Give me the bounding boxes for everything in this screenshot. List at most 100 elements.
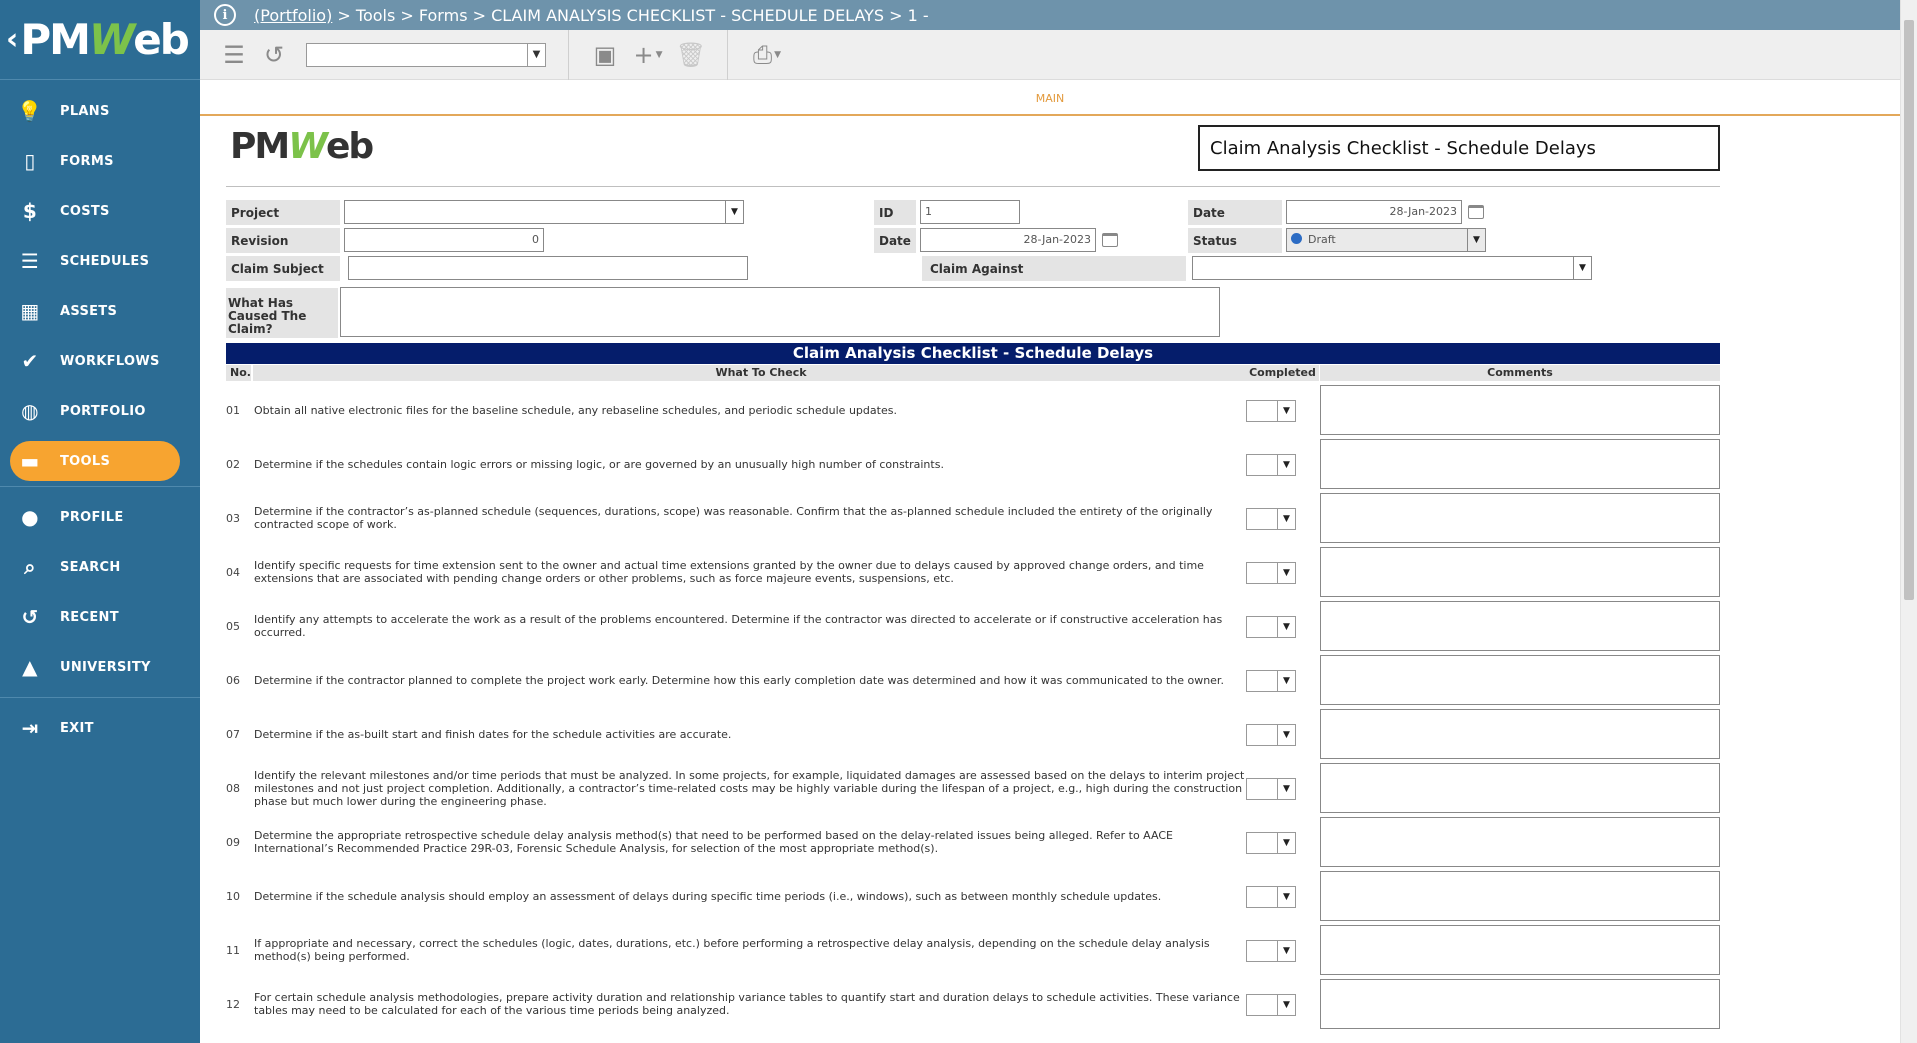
- document-icon: ▯: [24, 149, 36, 173]
- nav-item-portfolio[interactable]: ◍ PORTFOLIO: [0, 386, 200, 436]
- calendar-icon[interactable]: [1468, 205, 1484, 219]
- globe-icon: ◍: [21, 399, 39, 423]
- building-icon: ▦: [20, 299, 40, 323]
- graduation-cap-icon: ▲: [22, 655, 38, 679]
- breadcrumb-portfolio-link[interactable]: (Portfolio): [254, 6, 332, 25]
- calendar-icon[interactable]: [1102, 233, 1118, 247]
- nav-item-tools[interactable]: ▬ TOOLS: [10, 441, 180, 481]
- checklist-row: 06 Determine if the contractor planned to…: [226, 653, 1720, 707]
- date-label-right: Date: [1188, 200, 1282, 225]
- comments-field[interactable]: [1320, 925, 1720, 975]
- comments-field[interactable]: [1320, 979, 1720, 1029]
- claim-against-select[interactable]: ▼: [1192, 256, 1592, 280]
- chevron-down-icon: ▼: [1277, 401, 1295, 421]
- date-field-middle[interactable]: 28-Jan-2023: [920, 228, 1096, 252]
- pmweb-logo[interactable]: ‹ PMWeb: [0, 0, 200, 80]
- form-title: Claim Analysis Checklist - Schedule Dela…: [1198, 125, 1720, 171]
- add-icon[interactable]: + ▼: [625, 35, 671, 75]
- claim-subject-field[interactable]: [348, 256, 748, 280]
- row-number: 09: [226, 835, 240, 849]
- save-icon[interactable]: ▣: [585, 35, 625, 75]
- completed-select[interactable]: ▼: [1246, 778, 1296, 800]
- comments-field[interactable]: [1320, 547, 1720, 597]
- comments-field[interactable]: [1320, 385, 1720, 435]
- completed-select[interactable]: ▼: [1246, 886, 1296, 908]
- chevron-down-icon: ▼: [1277, 779, 1295, 799]
- row-check-text: If appropriate and necessary, correct th…: [254, 937, 1210, 963]
- chevron-down-icon: ▼: [1277, 941, 1295, 961]
- id-field[interactable]: 1: [920, 200, 1020, 224]
- status-label: Status: [1188, 228, 1282, 253]
- completed-select[interactable]: ▼: [1246, 940, 1296, 962]
- date-label-middle: Date: [874, 228, 916, 253]
- revision-field[interactable]: 0: [344, 228, 544, 252]
- nav-item-recent[interactable]: ↺ RECENT: [0, 592, 200, 642]
- undo-history-icon[interactable]: ↺: [254, 35, 294, 75]
- nav-item-costs[interactable]: $ COSTS: [0, 186, 200, 236]
- project-select[interactable]: ▼: [344, 200, 744, 224]
- completed-select[interactable]: ▼: [1246, 670, 1296, 692]
- status-select[interactable]: Draft ▼: [1286, 228, 1486, 252]
- checklist-row: 02 Determine if the schedules contain log…: [226, 437, 1720, 491]
- completed-select[interactable]: ▼: [1246, 562, 1296, 584]
- row-number: 05: [226, 619, 240, 633]
- chevron-down-icon: ▼: [1277, 833, 1295, 853]
- nav-item-profile[interactable]: ● PROFILE: [0, 492, 200, 542]
- row-check-text: Determine if the contractor’s as-planned…: [254, 505, 1213, 531]
- comments-field[interactable]: [1320, 655, 1720, 705]
- comments-field[interactable]: [1320, 763, 1720, 813]
- nav-item-exit[interactable]: ⇥ EXIT: [0, 703, 200, 753]
- nav-item-university[interactable]: ▲ UNIVERSITY: [0, 642, 200, 692]
- comments-field[interactable]: [1320, 817, 1720, 867]
- briefcase-icon: ▬: [20, 449, 40, 473]
- project-label: Project: [226, 200, 340, 225]
- vertical-scrollbar[interactable]: [1900, 0, 1917, 1043]
- search-icon: ⌕: [24, 555, 36, 579]
- status-dot-icon: [1291, 233, 1302, 244]
- back-chevron-icon[interactable]: ‹: [6, 22, 18, 57]
- row-number: 06: [226, 673, 240, 687]
- nav-item-plans[interactable]: 💡 PLANS: [0, 86, 200, 136]
- checklist-row: 07 Determine if the as-built start and fi…: [226, 707, 1720, 761]
- print-icon[interactable]: ⎙ ▼: [744, 35, 790, 75]
- nav-item-forms[interactable]: ▯ FORMS: [0, 136, 200, 186]
- comments-field[interactable]: [1320, 439, 1720, 489]
- chevron-down-icon: ▼: [1277, 887, 1295, 907]
- comments-field[interactable]: [1320, 871, 1720, 921]
- checklist-row: 03 Determine if the contractor’s as-plann…: [226, 491, 1720, 545]
- delete-icon[interactable]: 🗑: [671, 35, 711, 75]
- row-check-text: For certain schedule analysis methodolog…: [254, 991, 1240, 1017]
- nav-item-assets[interactable]: ▦ ASSETS: [0, 286, 200, 336]
- completed-select[interactable]: ▼: [1246, 508, 1296, 530]
- chevron-down-icon: ▼: [1277, 671, 1295, 691]
- column-header-comments: Comments: [1320, 365, 1720, 381]
- record-select[interactable]: ▼: [306, 42, 546, 67]
- row-check-text: Determine if the schedule analysis shoul…: [254, 889, 1162, 903]
- claim-subject-label: Claim Subject: [226, 256, 340, 281]
- list-icon[interactable]: ☰: [214, 35, 254, 75]
- nav-item-search[interactable]: ⌕ SEARCH: [0, 542, 200, 592]
- nav-item-schedules[interactable]: ☰ SCHEDULES: [0, 236, 200, 286]
- completed-select[interactable]: ▼: [1246, 454, 1296, 476]
- date-field-right[interactable]: 28-Jan-2023: [1286, 200, 1462, 224]
- nav-item-workflows[interactable]: ✔ WORKFLOWS: [0, 336, 200, 386]
- tab-main[interactable]: MAIN: [200, 82, 1900, 116]
- completed-select[interactable]: ▼: [1246, 832, 1296, 854]
- comments-field[interactable]: [1320, 493, 1720, 543]
- completed-select[interactable]: ▼: [1246, 616, 1296, 638]
- completed-select[interactable]: ▼: [1246, 994, 1296, 1016]
- row-check-text: Determine the appropriate retrospective …: [254, 829, 1173, 855]
- chevron-down-icon: ▼: [1277, 563, 1295, 583]
- comments-field[interactable]: [1320, 601, 1720, 651]
- chevron-down-icon: ▼: [1277, 617, 1295, 637]
- row-number: 02: [226, 457, 240, 471]
- breadcrumb-path: > Tools > Forms > CLAIM ANALYSIS CHECKLI…: [332, 5, 929, 25]
- toolbar-divider: [727, 29, 728, 80]
- comments-field[interactable]: [1320, 709, 1720, 759]
- info-icon[interactable]: i: [214, 4, 236, 26]
- completed-select[interactable]: ▼: [1246, 724, 1296, 746]
- row-number: 07: [226, 727, 240, 741]
- what-caused-field[interactable]: [340, 287, 1220, 337]
- scrollbar-thumb[interactable]: [1904, 20, 1914, 600]
- completed-select[interactable]: ▼: [1246, 400, 1296, 422]
